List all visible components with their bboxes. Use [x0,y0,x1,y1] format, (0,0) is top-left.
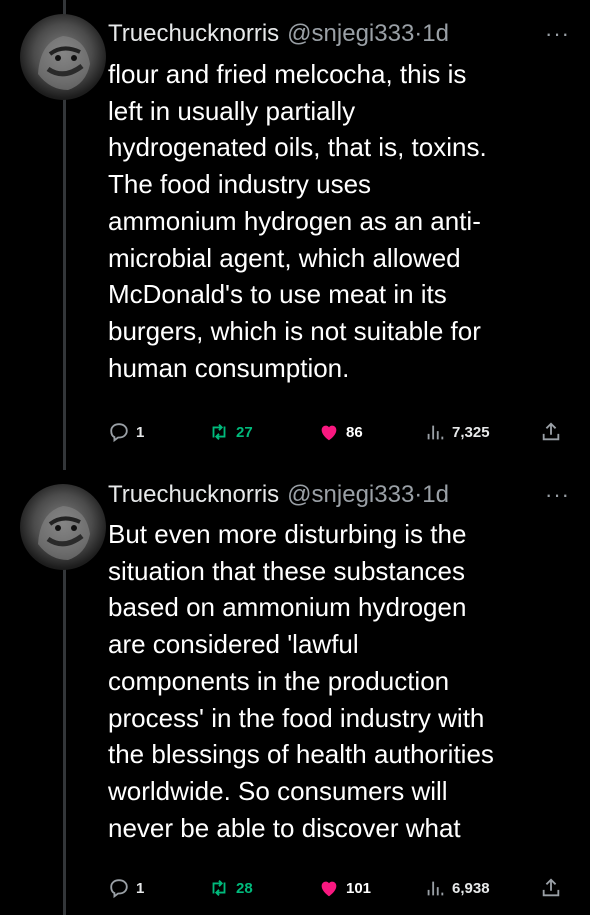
tweet-text-line: the blessings of health authorities [108,739,494,770]
like-button[interactable]: 86 [318,417,363,447]
avatar[interactable] [20,484,106,570]
tweet-text-line: But even more disturbing is the [108,519,467,549]
share-icon [542,422,560,441]
views-icon [427,425,444,440]
like-count: 101 [346,879,372,897]
tweet-actions: 1 28 101 6,938 [108,873,568,903]
tweet-text-line: worldwide. So consumers will [108,775,448,806]
retweet-count: 28 [236,879,253,897]
tweet-text-line: human consumption. [108,352,350,383]
reply-icon [110,879,128,899]
separator-dot: · [414,481,423,508]
separator-dot: · [414,20,423,47]
tweet-text-line: based on ammonium hydrogen [108,592,467,623]
tweet-text-line: are considered 'lawful [108,629,359,660]
heart-icon [321,425,337,441]
tweet-text-line: components in the production [108,665,450,696]
reply-count: 1 [136,879,145,897]
tweet-text-line: never be able to discover what [108,812,461,843]
avatar[interactable] [20,14,106,100]
tweet-text-line: burgers, which is not suitable for [108,315,481,346]
tweet-text: But even more disturbing is the situatio… [108,516,570,846]
share-button[interactable] [540,873,562,903]
retweet-button[interactable]: 27 [208,417,253,447]
views-count: 7,325 [452,423,490,441]
views-count: 6,938 [452,879,490,897]
tweet-text-line: microbial agent, which allowed [108,242,461,273]
reply-count: 1 [136,423,145,441]
reply-button[interactable]: 1 [108,417,144,447]
retweet-count: 27 [236,423,253,441]
tweet-text-line: process' in the food industry with [108,702,485,733]
views-button[interactable]: 7,325 [424,417,490,447]
tweet-text-line: situation that these substances [108,555,466,586]
tweet-actions: 1 27 86 7,325 [108,417,568,447]
share-icon [542,878,560,897]
author-handle[interactable]: @snjegi333 [287,481,414,509]
tweet-text-line: ammonium hydrogen as an anti- [108,205,481,236]
tweet-text-line: The food industry uses [108,169,372,200]
retweet-icon [212,880,226,896]
tweet-header: Truechucknorris @snjegi333 · 1d ··· [108,14,570,54]
timestamp[interactable]: 1d [422,481,449,509]
more-options-icon[interactable]: ··· [545,482,570,508]
share-button[interactable] [540,417,562,447]
retweet-icon [212,424,226,440]
author-name[interactable]: Truechucknorris [108,20,279,48]
author-name[interactable]: Truechucknorris [108,481,279,509]
heart-icon [321,881,337,897]
tweet-header: Truechucknorris @snjegi333 · 1d ··· [108,475,570,515]
tweet-text-line: left in usually partially [108,95,356,126]
tweet-text-line: flour and fried melcocha, this is [108,59,467,89]
like-button[interactable]: 101 [318,873,371,903]
reply-button[interactable]: 1 [108,873,144,903]
views-button[interactable]: 6,938 [424,873,490,903]
more-options-icon[interactable]: ··· [545,21,570,47]
retweet-button[interactable]: 28 [208,873,253,903]
tweet-text-line: McDonald's to use meat in its [108,279,447,310]
thread-line-first [63,98,66,470]
tweet-text: flour and fried melcocha, this is left i… [108,56,570,386]
reply-icon [110,423,128,443]
views-icon [427,881,444,896]
tweet-text-line: hydrogenated oils, that is, toxins. [108,132,487,163]
thread-line-second [63,568,66,915]
timestamp[interactable]: 1d [422,20,449,48]
author-handle[interactable]: @snjegi333 [287,20,414,48]
like-count: 86 [346,423,363,441]
